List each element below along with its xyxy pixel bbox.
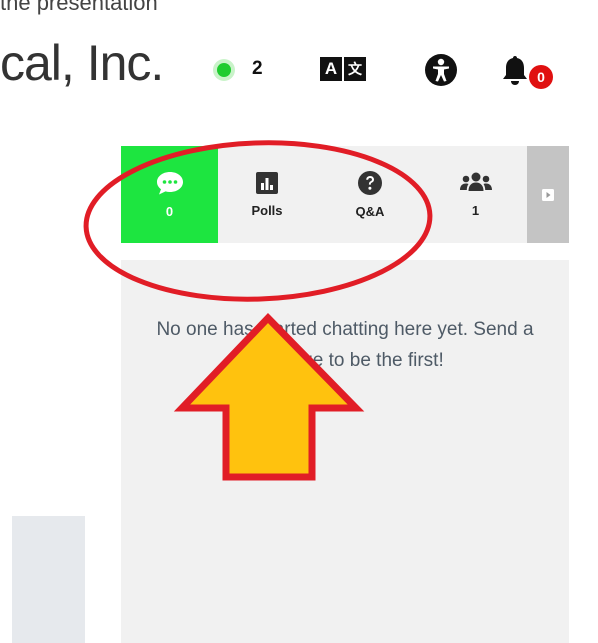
caret-right-icon [542, 188, 554, 201]
tab-qa[interactable]: Q&A [316, 146, 424, 243]
question-circle-icon [358, 171, 382, 195]
brand-name: cal, Inc. [0, 35, 164, 91]
accessibility-icon[interactable] [424, 53, 458, 87]
notification-badge: 0 [529, 65, 553, 89]
chat-bubble-icon [156, 172, 183, 195]
left-panel-edge [12, 516, 85, 643]
tab-chat[interactable]: 0 [121, 146, 218, 243]
tab-more[interactable] [527, 146, 569, 243]
chat-empty-message: No one has started chatting here yet. Se… [156, 319, 534, 371]
tab-qa-label: Q&A [355, 204, 385, 219]
tab-chat-label: 0 [165, 204, 174, 219]
online-count: 2 [252, 58, 263, 79]
chat-panel: No one has started chatting here yet. Se… [121, 260, 569, 643]
bar-chart-icon [256, 172, 278, 194]
users-icon [459, 172, 492, 191]
sidebar-tabs: 0 Polls Q&A 1 [121, 146, 569, 243]
tab-polls-label: Polls [251, 203, 283, 218]
tab-polls[interactable]: Polls [218, 146, 316, 243]
translate-cjk-glyph: 文 [344, 57, 366, 81]
translate-icon[interactable]: A 文 [320, 57, 366, 81]
tab-people-label: 1 [471, 203, 480, 218]
translate-latin-glyph: A [320, 57, 342, 81]
tab-people[interactable]: 1 [424, 146, 527, 243]
caption-fragment: the presentation [0, 0, 158, 15]
online-status-icon [217, 63, 231, 77]
bell-icon[interactable] [497, 52, 533, 88]
